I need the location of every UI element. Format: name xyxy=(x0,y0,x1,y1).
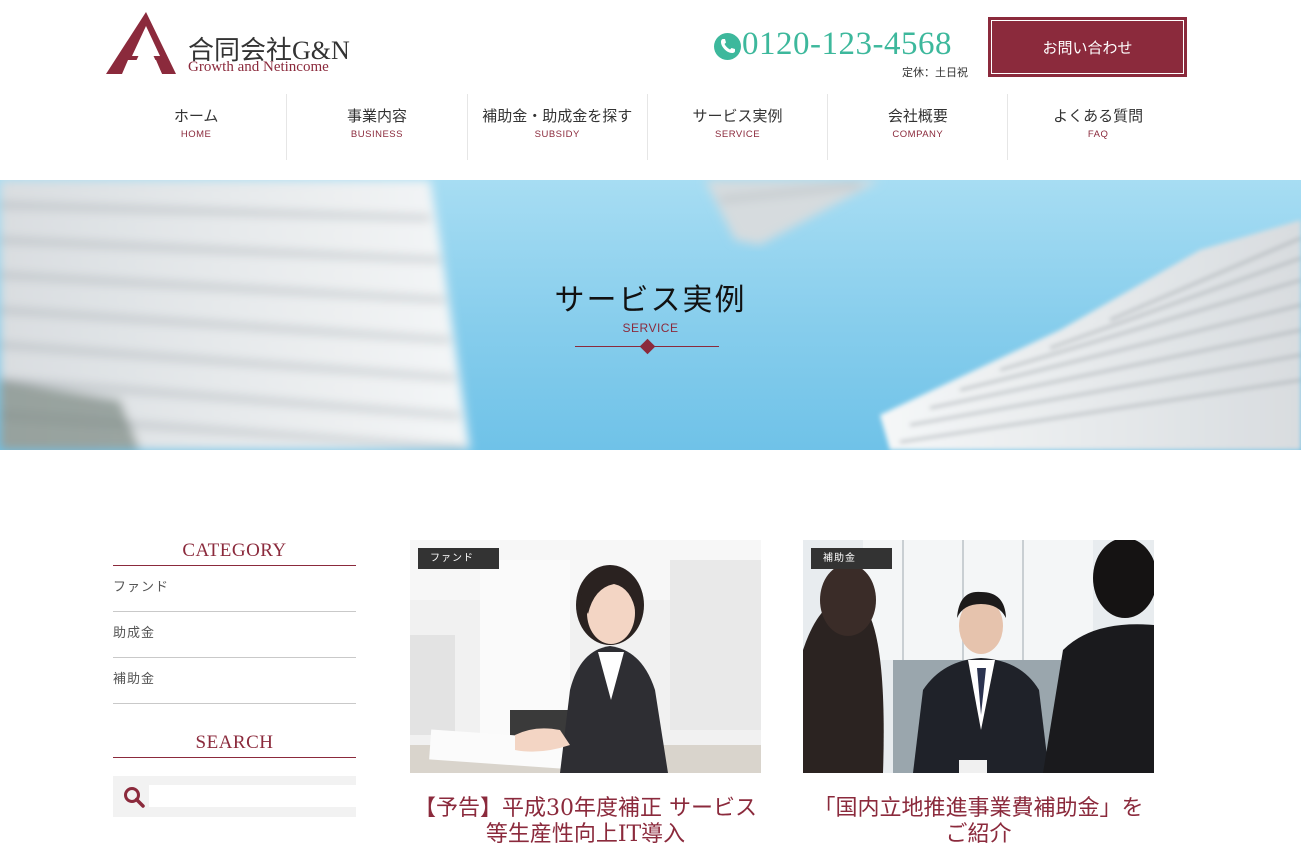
contact-button[interactable]: お問い合わせ xyxy=(988,17,1187,77)
logo-mark-icon xyxy=(106,12,176,74)
post-category-tag[interactable]: 補助金 xyxy=(811,548,892,569)
category-link-grant[interactable]: 助成金 xyxy=(113,612,356,658)
category-heading: CATEGORY xyxy=(113,540,356,566)
main-nav: ホーム HOME 事業内容 BUSINESS 補助金・助成金を探す SUBSID… xyxy=(106,94,1188,160)
search-icon[interactable] xyxy=(123,786,145,808)
nav-label: ホーム xyxy=(173,107,219,125)
nav-en-label: HOME xyxy=(180,129,212,140)
search-box xyxy=(113,776,425,817)
nav-en-label: COMPANY xyxy=(892,129,944,140)
contact-button-label: お問い合わせ xyxy=(991,20,1184,74)
search-input[interactable] xyxy=(149,785,425,807)
phone-number: 0120-123-4568 xyxy=(742,26,952,62)
page-title: サービス実例 xyxy=(554,283,747,318)
nav-en-label: SUBSIDY xyxy=(534,129,580,140)
nav-item-company[interactable]: 会社概要 COMPANY xyxy=(827,94,1007,160)
post-thumbnail[interactable]: 補助金 xyxy=(803,540,1154,773)
nav-item-business[interactable]: 事業内容 BUSINESS xyxy=(286,94,466,160)
page-hero: サービス実例 SERVICE xyxy=(0,180,1301,450)
category-link-fund[interactable]: ファンド xyxy=(113,566,356,612)
nav-item-faq[interactable]: よくある質問 FAQ xyxy=(1007,94,1187,160)
post-title[interactable]: 【予告】平成30年度補正 サービス等生産性向上IT導入 xyxy=(410,796,761,848)
site-header: 合同会社G&N Growth and Netincome 0120-123-45… xyxy=(0,0,1301,180)
search-heading: SEARCH xyxy=(113,732,356,758)
post-thumbnail[interactable]: ファンド xyxy=(410,540,761,773)
site-logo[interactable]: 合同会社G&N Growth and Netincome xyxy=(106,12,376,78)
nav-label: 会社概要 xyxy=(887,107,948,125)
phone-icon xyxy=(714,33,741,60)
nav-label: サービス実例 xyxy=(692,107,783,125)
business-days-note: 定休：土日祝 xyxy=(902,66,968,79)
nav-label: 補助金・助成金を探す xyxy=(482,107,633,125)
sidebar: CATEGORY ファンド 助成金 補助金 SEARCH xyxy=(113,540,425,817)
post-thumbnail-image xyxy=(803,540,1154,773)
brand-tagline: Growth and Netincome xyxy=(188,59,329,75)
page-subtitle: SERVICE xyxy=(622,321,679,335)
nav-en-label: FAQ xyxy=(1087,129,1109,140)
nav-item-service[interactable]: サービス実例 SERVICE xyxy=(646,94,827,160)
post-title[interactable]: 「国内立地推進事業費補助金」をご紹介 xyxy=(803,796,1154,848)
nav-item-home[interactable]: ホーム HOME xyxy=(106,94,286,160)
nav-label: 事業内容 xyxy=(346,107,407,125)
nav-en-label: SERVICE xyxy=(715,129,761,140)
category-link-subsidy[interactable]: 補助金 xyxy=(113,658,356,704)
post-category-tag[interactable]: ファンド xyxy=(418,548,499,569)
nav-en-label: BUSINESS xyxy=(350,129,403,140)
nav-item-subsidy[interactable]: 補助金・助成金を探す SUBSIDY xyxy=(466,94,647,160)
nav-label: よくある質問 xyxy=(1053,107,1144,125)
post-thumbnail-image xyxy=(410,540,761,773)
